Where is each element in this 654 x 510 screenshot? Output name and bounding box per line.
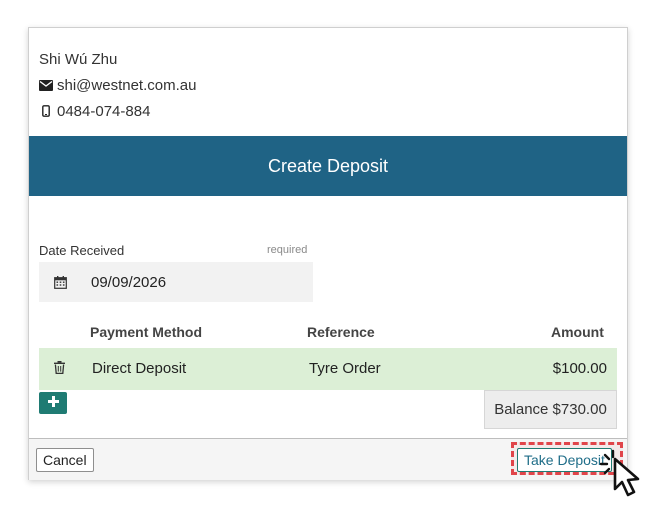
contact-email: shi@westnet.com.au [57,76,197,94]
cancel-button[interactable]: Cancel [36,448,94,472]
column-header-reference: Reference [307,324,375,340]
reference-cell: Tyre Order [309,360,381,377]
balance-display: Balance $730.00 [484,390,617,429]
trash-icon[interactable] [54,361,65,378]
date-received-field[interactable]: 09/09/2026 [39,262,313,302]
column-header-amount: Amount [551,324,604,340]
required-indicator: required [267,244,308,256]
payment-method-cell: Direct Deposit [92,360,187,377]
dialog-title: Create Deposit [267,155,389,176]
contact-email-row: shi@westnet.com.au [39,72,196,98]
date-received-value[interactable]: 09/09/2026 [91,274,166,291]
add-payment-button[interactable] [39,392,67,414]
deposit-card: Shi Wú Zhu shi@westnet.com.au 0484-074-8… [28,27,628,480]
mobile-phone-icon [39,105,53,117]
plus-icon [47,394,59,412]
envelope-icon [39,79,53,91]
pointer-cursor-icon [598,445,654,510]
date-received-label: Date Received [39,243,125,258]
contact-phone: 0484-074-884 [57,102,151,120]
contact-info: Shi Wú Zhu shi@westnet.com.au 0484-074-8… [39,46,196,124]
amount-cell: $100.00 [552,360,607,377]
contact-phone-row: 0484-074-884 [39,98,196,124]
dialog-footer: Cancel Take Deposit [29,438,627,480]
calendar-icon[interactable] [39,275,81,289]
column-header-payment-method: Payment Method [90,324,203,340]
contact-name: Shi Wú Zhu [39,50,118,68]
dialog-header: Create Deposit [29,136,627,196]
table-row: Direct Deposit Tyre Order $100.00 [39,348,617,390]
